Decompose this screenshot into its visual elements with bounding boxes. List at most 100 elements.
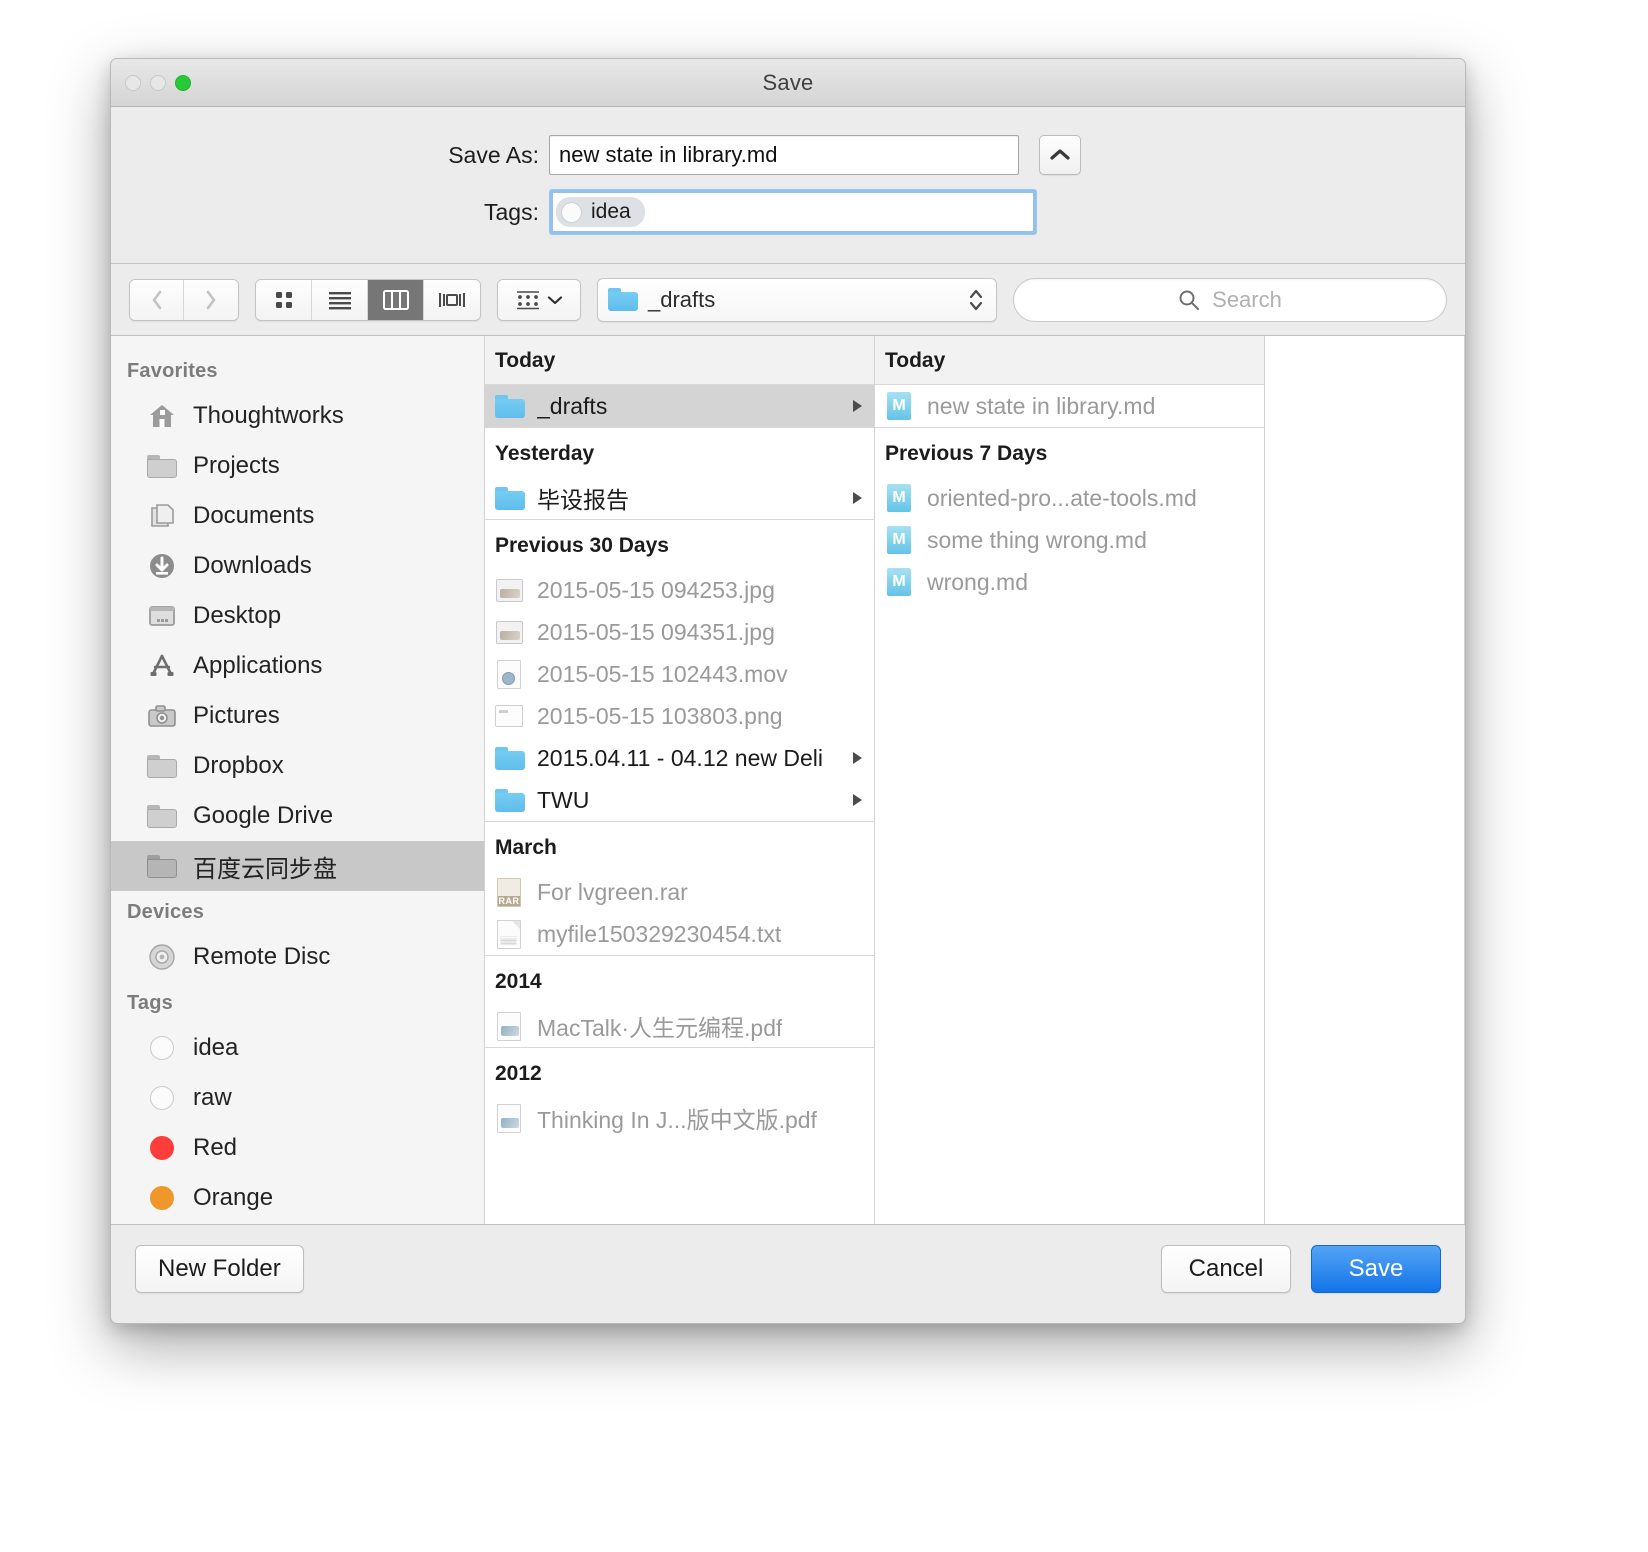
sidebar-item-dropbox[interactable]: Dropbox <box>111 741 484 791</box>
tag-dot-icon <box>561 202 582 223</box>
tag-token[interactable]: idea <box>556 197 645 227</box>
file-name: oriented-pro...ate-tools.md <box>927 485 1197 512</box>
location-popup-button[interactable]: _drafts <box>597 278 997 322</box>
folder-icon <box>608 288 638 311</box>
tag-dot-icon <box>147 1083 177 1113</box>
sidebar-item-pictures[interactable]: Pictures <box>111 691 484 741</box>
folder-blue-icon <box>495 391 523 421</box>
sidebar-item-label: Pictures <box>193 702 280 730</box>
sidebar-item-baidu-sync[interactable]: 百度云同步盘 <box>111 841 484 891</box>
disclosure-arrow-icon <box>853 400 862 412</box>
action-menu-button[interactable] <box>498 280 580 320</box>
image-icon <box>495 617 523 647</box>
close-button[interactable] <box>125 75 141 91</box>
file-row-wrong[interactable]: M wrong.md <box>875 561 1264 603</box>
sidebar-item-tag-raw[interactable]: raw <box>111 1073 484 1123</box>
file-row-oriented-pro[interactable]: M oriented-pro...ate-tools.md <box>875 477 1264 519</box>
file-row-bishe[interactable]: 毕设报告 <box>485 477 874 519</box>
disc-icon <box>147 942 177 972</box>
sidebar-item-downloads[interactable]: Downloads <box>111 541 484 591</box>
file-row-new-state-in-library[interactable]: M new state in library.md <box>875 385 1264 427</box>
dialog-footer: New Folder Cancel Save <box>111 1224 1465 1313</box>
pdf-icon <box>495 1103 523 1133</box>
file-row-mov-102443[interactable]: 2015-05-15 102443.mov <box>485 653 874 695</box>
file-name: 2015-05-15 094351.jpg <box>537 619 775 646</box>
sidebar-item-label: Applications <box>193 652 322 680</box>
search-input[interactable]: Search <box>1013 278 1447 322</box>
coverflow-view-button[interactable] <box>424 280 480 320</box>
group-header-today-2: Today <box>875 336 1264 385</box>
file-row-thinking-in-java-pdf[interactable]: Thinking In J...版中文版.pdf <box>485 1097 874 1139</box>
file-name: MacTalk·人生元编程.pdf <box>537 1009 782 1043</box>
window-title: Save <box>111 70 1465 96</box>
sidebar-item-projects[interactable]: Projects <box>111 441 484 491</box>
list-view-icon <box>328 290 352 310</box>
tags-row: Tags: idea <box>111 189 1465 235</box>
sidebar-item-documents[interactable]: Documents <box>111 491 484 541</box>
disclosure-arrow-icon <box>853 492 862 504</box>
file-row-lvgreen-rar[interactable]: RAR For lvgreen.rar <box>485 871 874 913</box>
cancel-button[interactable]: Cancel <box>1161 1245 1291 1293</box>
file-row-mactalk-pdf[interactable]: MacTalk·人生元编程.pdf <box>485 1005 874 1047</box>
sidebar-item-label: Dropbox <box>193 752 284 780</box>
downloads-icon <box>147 551 177 581</box>
forward-button[interactable] <box>184 280 238 320</box>
save-as-input[interactable]: new state in library.md <box>549 135 1019 175</box>
pictures-icon <box>147 701 177 731</box>
tags-input[interactable]: idea <box>549 189 1037 235</box>
markdown-icon: M <box>885 483 913 513</box>
group-header-march: March <box>485 822 874 871</box>
sidebar-item-tag-red[interactable]: Red <box>111 1123 484 1173</box>
file-row-some-thing-wrong[interactable]: M some thing wrong.md <box>875 519 1264 561</box>
group-header-today: Today <box>485 336 874 385</box>
file-column-1[interactable]: Today _drafts Yesterday 毕设报告 <box>485 336 875 1224</box>
file-name: new state in library.md <box>927 393 1155 420</box>
folder-icon <box>147 751 177 781</box>
home-icon <box>147 401 177 431</box>
sidebar-item-thoughtworks[interactable]: Thoughtworks <box>111 391 484 441</box>
folder-blue-icon <box>495 785 523 815</box>
column-view-button[interactable] <box>368 280 424 320</box>
back-button[interactable] <box>130 280 184 320</box>
sidebar-item-label: Thoughtworks <box>193 402 344 430</box>
new-folder-button[interactable]: New Folder <box>135 1245 304 1293</box>
sidebar-item-remote-disc[interactable]: Remote Disc <box>111 932 484 982</box>
sidebar-item-google-drive[interactable]: Google Drive <box>111 791 484 841</box>
chevron-up-icon <box>1049 148 1071 162</box>
minimize-button[interactable] <box>150 75 166 91</box>
file-row-png-103803[interactable]: 2015-05-15 103803.png <box>485 695 874 737</box>
browser-toolbar: _drafts Search <box>111 264 1465 336</box>
sidebar-header-favorites: Favorites <box>111 350 484 391</box>
icon-view-button[interactable] <box>256 280 312 320</box>
file-row-new-deli[interactable]: 2015.04.11 - 04.12 new Deli <box>485 737 874 779</box>
file-row-jpg-094253[interactable]: 2015-05-15 094253.jpg <box>485 569 874 611</box>
sidebar-item-tag-idea[interactable]: idea <box>111 1023 484 1073</box>
sidebar-item-tag-orange[interactable]: Orange <box>111 1173 484 1223</box>
sidebar-header-devices: Devices <box>111 891 484 932</box>
file-column-2[interactable]: Today M new state in library.md Previous… <box>875 336 1265 1224</box>
sidebar-item-label: Red <box>193 1134 237 1162</box>
tag-token-label: idea <box>591 200 631 224</box>
file-row-twu[interactable]: TWU <box>485 779 874 821</box>
file-row-myfile-txt[interactable]: myfile150329230454.txt <box>485 913 874 955</box>
sidebar-header-tags: Tags <box>111 982 484 1023</box>
markdown-icon: M <box>885 525 913 555</box>
sidebar-item-applications[interactable]: Applications <box>111 641 484 691</box>
documents-icon <box>147 501 177 531</box>
sidebar-item-label: Downloads <box>193 552 312 580</box>
tags-label: Tags: <box>111 199 549 226</box>
sidebar-item-desktop[interactable]: Desktop <box>111 591 484 641</box>
save-button[interactable]: Save <box>1311 1245 1441 1293</box>
zoom-button[interactable] <box>175 75 191 91</box>
file-name: TWU <box>537 787 589 814</box>
disclosure-button[interactable] <box>1039 135 1081 175</box>
list-view-button[interactable] <box>312 280 368 320</box>
file-column-3[interactable] <box>1265 336 1465 1224</box>
stepper-updown-icon <box>968 287 984 313</box>
search-icon <box>1178 289 1200 311</box>
folder-blue-icon <box>495 483 523 513</box>
file-row-drafts[interactable]: _drafts <box>485 385 874 427</box>
group-header-yesterday: Yesterday <box>485 428 874 477</box>
file-row-jpg-094351[interactable]: 2015-05-15 094351.jpg <box>485 611 874 653</box>
coverflow-view-icon <box>438 290 466 310</box>
